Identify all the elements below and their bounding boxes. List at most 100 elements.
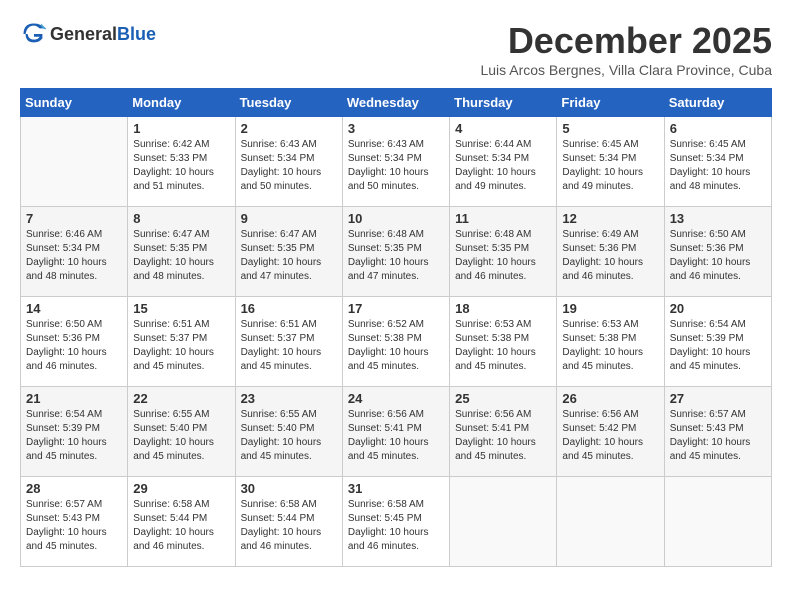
header-monday: Monday bbox=[128, 89, 235, 117]
day-info: Sunrise: 6:48 AMSunset: 5:35 PMDaylight:… bbox=[455, 229, 536, 282]
day-info: Sunrise: 6:43 AMSunset: 5:34 PMDaylight:… bbox=[241, 139, 322, 192]
table-row: 10Sunrise: 6:48 AMSunset: 5:35 PMDayligh… bbox=[342, 207, 449, 297]
table-row: 16 Sunrise: 6:51 AMSunset: 5:37 PMDayligh… bbox=[235, 297, 342, 387]
day-number: 12 bbox=[562, 211, 658, 226]
day-number: 23 bbox=[241, 391, 337, 406]
day-number: 21 bbox=[26, 391, 122, 406]
table-row: 28 Sunrise: 6:57 AMSunset: 5:43 PMDayligh… bbox=[21, 477, 128, 567]
table-row: 8 Sunrise: 6:47 AMSunset: 5:35 PMDaylight… bbox=[128, 207, 235, 297]
calendar-table: Sunday Monday Tuesday Wednesday Thursday… bbox=[20, 88, 772, 567]
table-row bbox=[664, 477, 771, 567]
table-row: 4 Sunrise: 6:44 AMSunset: 5:34 PMDaylight… bbox=[450, 117, 557, 207]
day-info: Sunrise: 6:55 AMSunset: 5:40 PMDaylight:… bbox=[241, 409, 322, 462]
table-row: 3 Sunrise: 6:43 AMSunset: 5:34 PMDaylight… bbox=[342, 117, 449, 207]
day-number: 24 bbox=[348, 391, 444, 406]
logo: GeneralBlue bbox=[20, 20, 156, 48]
table-row: 1Sunrise: 6:42 AMSunset: 5:33 PMDaylight… bbox=[128, 117, 235, 207]
table-row: 7Sunrise: 6:46 AMSunset: 5:34 PMDaylight… bbox=[21, 207, 128, 297]
header-tuesday: Tuesday bbox=[235, 89, 342, 117]
calendar-header-row: Sunday Monday Tuesday Wednesday Thursday… bbox=[21, 89, 772, 117]
location-title: Luis Arcos Bergnes, Villa Clara Province… bbox=[480, 62, 772, 78]
logo-text: GeneralBlue bbox=[50, 24, 156, 45]
table-row: 26 Sunrise: 6:56 AMSunset: 5:42 PMDayligh… bbox=[557, 387, 664, 477]
table-row: 12Sunrise: 6:49 AMSunset: 5:36 PMDayligh… bbox=[557, 207, 664, 297]
day-info: Sunrise: 6:55 AMSunset: 5:40 PMDaylight:… bbox=[133, 409, 214, 462]
day-info: Sunrise: 6:58 AMSunset: 5:44 PMDaylight:… bbox=[133, 499, 214, 552]
day-info: Sunrise: 6:50 AMSunset: 5:36 PMDaylight:… bbox=[26, 319, 107, 372]
day-number: 15 bbox=[133, 301, 229, 316]
table-row: 17 Sunrise: 6:52 AMSunset: 5:38 PMDayligh… bbox=[342, 297, 449, 387]
day-number: 5 bbox=[562, 121, 658, 136]
table-row: 21 Sunrise: 6:54 AMSunset: 5:39 PMDayligh… bbox=[21, 387, 128, 477]
table-row: 19Sunrise: 6:53 AMSunset: 5:38 PMDayligh… bbox=[557, 297, 664, 387]
day-info: Sunrise: 6:45 AMSunset: 5:34 PMDaylight:… bbox=[670, 139, 751, 192]
day-number: 6 bbox=[670, 121, 766, 136]
table-row: 15 Sunrise: 6:51 AMSunset: 5:37 PMDayligh… bbox=[128, 297, 235, 387]
day-info: Sunrise: 6:56 AMSunset: 5:41 PMDaylight:… bbox=[455, 409, 536, 462]
table-row: 2 Sunrise: 6:43 AMSunset: 5:34 PMDaylight… bbox=[235, 117, 342, 207]
day-info: Sunrise: 6:51 AMSunset: 5:37 PMDaylight:… bbox=[241, 319, 322, 372]
day-info: Sunrise: 6:51 AMSunset: 5:37 PMDaylight:… bbox=[133, 319, 214, 372]
day-info: Sunrise: 6:56 AMSunset: 5:41 PMDaylight:… bbox=[348, 409, 429, 462]
day-number: 17 bbox=[348, 301, 444, 316]
day-number: 14 bbox=[26, 301, 122, 316]
table-row: 14 Sunrise: 6:50 AMSunset: 5:36 PMDayligh… bbox=[21, 297, 128, 387]
logo-general: General bbox=[50, 24, 117, 44]
day-number: 16 bbox=[241, 301, 337, 316]
day-info: Sunrise: 6:47 AMSunset: 5:35 PMDaylight:… bbox=[133, 229, 214, 282]
day-info: Sunrise: 6:42 AMSunset: 5:33 PMDaylight:… bbox=[133, 139, 214, 192]
day-info: Sunrise: 6:50 AMSunset: 5:36 PMDaylight:… bbox=[670, 229, 751, 282]
header-saturday: Saturday bbox=[664, 89, 771, 117]
day-info: Sunrise: 6:56 AMSunset: 5:42 PMDaylight:… bbox=[562, 409, 643, 462]
day-number: 18 bbox=[455, 301, 551, 316]
table-row: 5 Sunrise: 6:45 AMSunset: 5:34 PMDaylight… bbox=[557, 117, 664, 207]
day-number: 13 bbox=[670, 211, 766, 226]
table-row: 30Sunrise: 6:58 AMSunset: 5:44 PMDayligh… bbox=[235, 477, 342, 567]
table-row: 27 Sunrise: 6:57 AMSunset: 5:43 PMDayligh… bbox=[664, 387, 771, 477]
day-number: 7 bbox=[26, 211, 122, 226]
day-info: Sunrise: 6:48 AMSunset: 5:35 PMDaylight:… bbox=[348, 229, 429, 282]
day-info: Sunrise: 6:52 AMSunset: 5:38 PMDaylight:… bbox=[348, 319, 429, 372]
day-number: 30 bbox=[241, 481, 337, 496]
header-wednesday: Wednesday bbox=[342, 89, 449, 117]
day-number: 2 bbox=[241, 121, 337, 136]
day-info: Sunrise: 6:57 AMSunset: 5:43 PMDaylight:… bbox=[670, 409, 751, 462]
header-thursday: Thursday bbox=[450, 89, 557, 117]
table-row: 6 Sunrise: 6:45 AMSunset: 5:34 PMDaylight… bbox=[664, 117, 771, 207]
table-row: 18Sunrise: 6:53 AMSunset: 5:38 PMDayligh… bbox=[450, 297, 557, 387]
title-block: December 2025 Luis Arcos Bergnes, Villa … bbox=[480, 20, 772, 78]
table-row: 29 Sunrise: 6:58 AMSunset: 5:44 PMDayligh… bbox=[128, 477, 235, 567]
day-number: 9 bbox=[241, 211, 337, 226]
logo-blue: Blue bbox=[117, 24, 156, 44]
calendar-week-row: 1Sunrise: 6:42 AMSunset: 5:33 PMDaylight… bbox=[21, 117, 772, 207]
day-number: 26 bbox=[562, 391, 658, 406]
header-friday: Friday bbox=[557, 89, 664, 117]
table-row: 23 Sunrise: 6:55 AMSunset: 5:40 PMDayligh… bbox=[235, 387, 342, 477]
day-info: Sunrise: 6:54 AMSunset: 5:39 PMDaylight:… bbox=[26, 409, 107, 462]
calendar-week-row: 7Sunrise: 6:46 AMSunset: 5:34 PMDaylight… bbox=[21, 207, 772, 297]
day-number: 28 bbox=[26, 481, 122, 496]
day-number: 31 bbox=[348, 481, 444, 496]
day-info: Sunrise: 6:44 AMSunset: 5:34 PMDaylight:… bbox=[455, 139, 536, 192]
day-number: 4 bbox=[455, 121, 551, 136]
day-number: 3 bbox=[348, 121, 444, 136]
day-info: Sunrise: 6:54 AMSunset: 5:39 PMDaylight:… bbox=[670, 319, 751, 372]
table-row: 24 Sunrise: 6:56 AMSunset: 5:41 PMDayligh… bbox=[342, 387, 449, 477]
table-row: 11Sunrise: 6:48 AMSunset: 5:35 PMDayligh… bbox=[450, 207, 557, 297]
day-number: 8 bbox=[133, 211, 229, 226]
day-info: Sunrise: 6:43 AMSunset: 5:34 PMDaylight:… bbox=[348, 139, 429, 192]
month-title: December 2025 bbox=[480, 20, 772, 62]
day-info: Sunrise: 6:57 AMSunset: 5:43 PMDaylight:… bbox=[26, 499, 107, 552]
table-row: 25Sunrise: 6:56 AMSunset: 5:41 PMDayligh… bbox=[450, 387, 557, 477]
calendar-week-row: 21 Sunrise: 6:54 AMSunset: 5:39 PMDayligh… bbox=[21, 387, 772, 477]
header-sunday: Sunday bbox=[21, 89, 128, 117]
day-number: 27 bbox=[670, 391, 766, 406]
day-info: Sunrise: 6:45 AMSunset: 5:34 PMDaylight:… bbox=[562, 139, 643, 192]
calendar-week-row: 14 Sunrise: 6:50 AMSunset: 5:36 PMDayligh… bbox=[21, 297, 772, 387]
table-row: 20 Sunrise: 6:54 AMSunset: 5:39 PMDayligh… bbox=[664, 297, 771, 387]
day-number: 20 bbox=[670, 301, 766, 316]
table-row: 31Sunrise: 6:58 AMSunset: 5:45 PMDayligh… bbox=[342, 477, 449, 567]
day-number: 29 bbox=[133, 481, 229, 496]
table-row bbox=[21, 117, 128, 207]
logo-icon bbox=[20, 20, 48, 48]
